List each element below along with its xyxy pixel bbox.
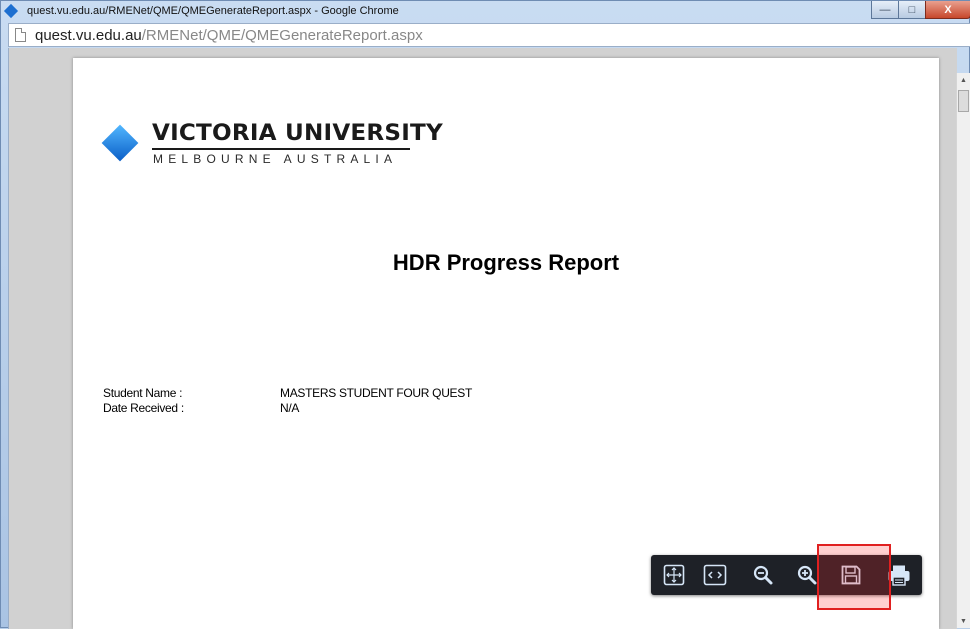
title-bar: quest.vu.edu.au/RMENet/QME/QMEGenerateRe… bbox=[1, 1, 970, 23]
minimize-button[interactable]: — bbox=[871, 1, 899, 19]
zoom-out-button[interactable] bbox=[749, 561, 777, 589]
url-host: quest.vu.edu.au bbox=[35, 27, 142, 44]
save-icon bbox=[841, 565, 861, 585]
scroll-thumb[interactable] bbox=[958, 90, 969, 112]
scroll-down-arrow-icon[interactable]: ▼ bbox=[957, 614, 970, 628]
university-logo: VICTORIA UNIVERSITY MELBOURNE AUSTRALIA bbox=[101, 121, 443, 171]
fit-page-icon bbox=[663, 564, 685, 586]
print-button[interactable] bbox=[885, 561, 913, 589]
print-icon bbox=[888, 565, 910, 586]
zoom-in-icon bbox=[797, 565, 817, 585]
zoom-out-icon bbox=[753, 565, 773, 585]
logo-name: VICTORIA UNIVERSITY bbox=[152, 121, 443, 146]
window-controls: — □ X bbox=[871, 1, 970, 21]
vertical-scrollbar[interactable]: ▲ ▼ bbox=[956, 73, 970, 628]
report-title: HDR Progress Report bbox=[392, 250, 620, 275]
fit-width-icon bbox=[703, 564, 727, 586]
report-page: VICTORIA UNIVERSITY MELBOURNE AUSTRALIA … bbox=[73, 58, 939, 629]
date-received-value: N/A bbox=[280, 401, 300, 415]
browser-window: quest.vu.edu.au/RMENet/QME/QMEGenerateRe… bbox=[0, 0, 970, 629]
address-bar[interactable]: quest.vu.edu.au/RMENet/QME/QMEGenerateRe… bbox=[8, 23, 970, 47]
fit-width-button[interactable] bbox=[701, 561, 729, 589]
logo-rule bbox=[152, 148, 410, 150]
save-button[interactable] bbox=[837, 561, 865, 589]
student-name-value: MASTERS STUDENT FOUR QUEST bbox=[280, 386, 472, 400]
close-button[interactable]: X bbox=[925, 1, 970, 19]
maximize-button[interactable]: □ bbox=[898, 1, 926, 19]
fit-page-button[interactable] bbox=[660, 561, 688, 589]
logo-diamond-icon bbox=[101, 124, 139, 162]
url-path: /RMENet/QME/QMEGenerateReport.aspx bbox=[141, 27, 423, 44]
url-text[interactable]: quest.vu.edu.au/RMENet/QME/QMEGenerateRe… bbox=[35, 27, 423, 44]
date-received-label: Date Received : bbox=[103, 401, 184, 415]
window-title: quest.vu.edu.au/RMENet/QME/QMEGenerateRe… bbox=[27, 5, 399, 17]
page-icon bbox=[15, 28, 26, 42]
logo-subtitle: MELBOURNE AUSTRALIA bbox=[153, 152, 398, 166]
report-viewer: VICTORIA UNIVERSITY MELBOURNE AUSTRALIA … bbox=[8, 48, 957, 629]
zoom-in-button[interactable] bbox=[793, 561, 821, 589]
chrome-page-icon bbox=[3, 3, 19, 19]
viewer-toolbar bbox=[651, 555, 922, 595]
student-name-label: Student Name : bbox=[103, 386, 183, 400]
scroll-up-arrow-icon[interactable]: ▲ bbox=[957, 73, 970, 87]
